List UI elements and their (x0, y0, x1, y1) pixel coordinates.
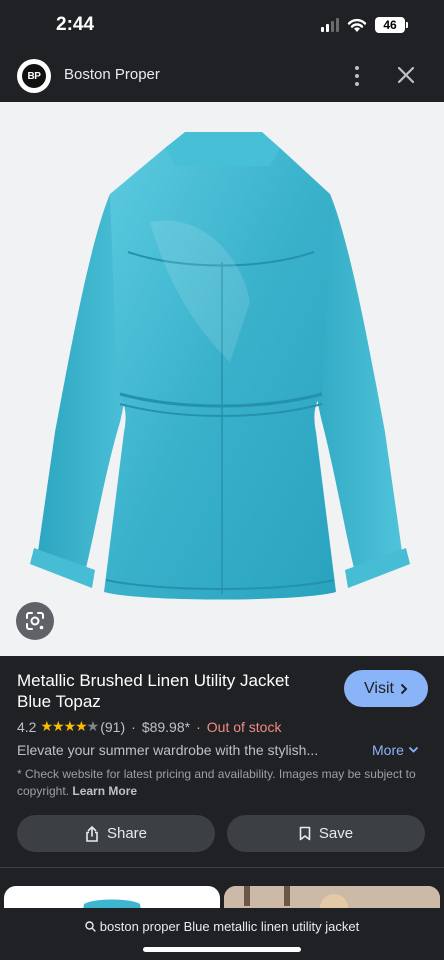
disclaimer: * Check website for latest pricing and a… (17, 766, 427, 800)
product-description: Elevate your summer wardrobe with the st… (17, 742, 319, 758)
share-button[interactable]: Share (17, 815, 215, 852)
rating-stars-icon: ★★★★★ (40, 718, 99, 734)
bookmark-icon (299, 826, 311, 841)
search-icon (85, 920, 96, 932)
share-icon (86, 825, 98, 842)
rating-value: 4.2 (17, 718, 37, 735)
product-image[interactable] (0, 102, 444, 656)
site-logo: BP (17, 59, 51, 93)
site-name[interactable]: Boston Proper (64, 66, 160, 83)
search-query-bar[interactable]: boston proper Blue metallic linen utilit… (0, 908, 444, 944)
close-icon[interactable] (396, 65, 416, 85)
learn-more-link[interactable]: Learn More (72, 784, 137, 798)
wifi-icon (347, 18, 367, 32)
more-button-label: More (372, 742, 404, 758)
price: $89.98* (141, 718, 191, 735)
chevron-down-icon (408, 746, 419, 753)
product-meta-row: 4.2 ★★★★★ (91) · $89.98* · Out of stock (17, 718, 281, 735)
lens-icon (26, 612, 44, 630)
separator: · (196, 718, 201, 735)
site-logo-text: BP (22, 64, 46, 88)
separator: · (131, 718, 136, 735)
header-bar: BP Boston Proper (0, 50, 444, 102)
save-button[interactable]: Save (227, 815, 425, 852)
battery-level: 46 (375, 17, 405, 33)
jacket-image (30, 132, 410, 600)
lens-search-button[interactable] (16, 602, 54, 640)
share-button-label: Share (106, 825, 148, 842)
visit-button-label: Visit (364, 679, 394, 697)
status-time: 2:44 (56, 14, 95, 35)
divider (0, 867, 444, 868)
search-query-text: boston proper Blue metallic linen utilit… (99, 918, 360, 934)
visit-button[interactable]: Visit (344, 670, 428, 707)
more-button[interactable]: More (372, 742, 419, 758)
save-button-label: Save (318, 825, 354, 842)
stock-status: Out of stock (206, 718, 282, 735)
chevron-right-icon (400, 683, 408, 694)
home-indicator[interactable] (143, 947, 301, 952)
more-options-icon[interactable] (348, 63, 366, 89)
cellular-signal-icon (321, 18, 339, 32)
battery-icon: 46 (375, 17, 408, 33)
review-count[interactable]: (91) (100, 719, 125, 735)
status-bar: 2:44 46 (0, 0, 444, 50)
product-title[interactable]: Metallic Brushed Linen Utility Jacket Bl… (17, 670, 327, 712)
